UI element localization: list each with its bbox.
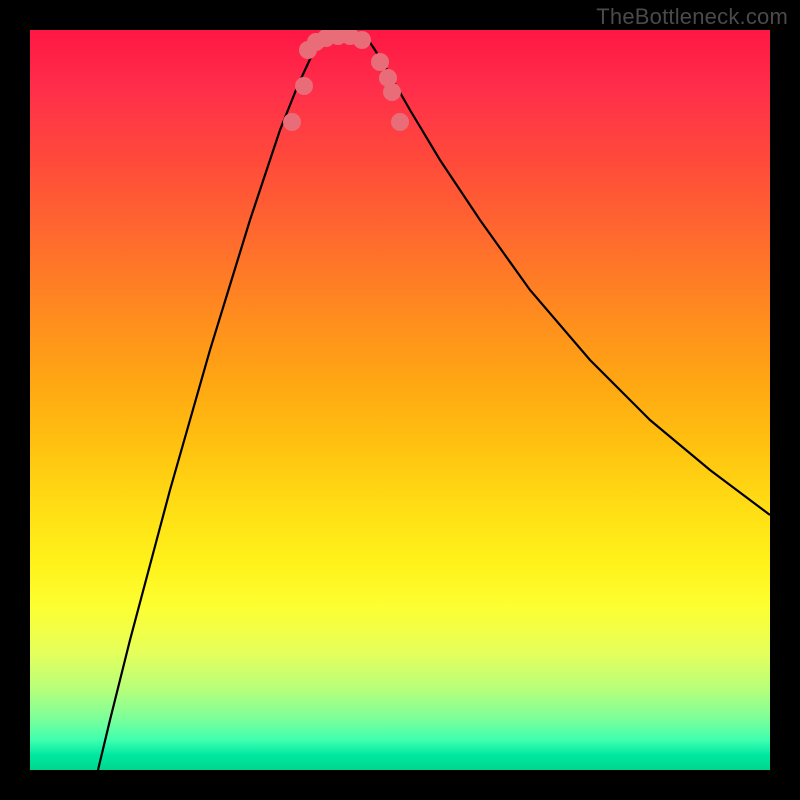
chart-marker xyxy=(353,31,371,49)
chart-marker xyxy=(391,113,409,131)
chart-plot-area xyxy=(30,30,770,770)
chart-svg xyxy=(30,30,770,770)
chart-marker xyxy=(283,113,301,131)
chart-marker xyxy=(295,77,313,95)
chart-marker xyxy=(383,83,401,101)
curve-left xyxy=(98,35,325,770)
watermark-text: TheBottleneck.com xyxy=(596,4,788,30)
chart-markers xyxy=(283,30,409,131)
chart-marker xyxy=(371,53,389,71)
curve-right xyxy=(365,35,770,515)
